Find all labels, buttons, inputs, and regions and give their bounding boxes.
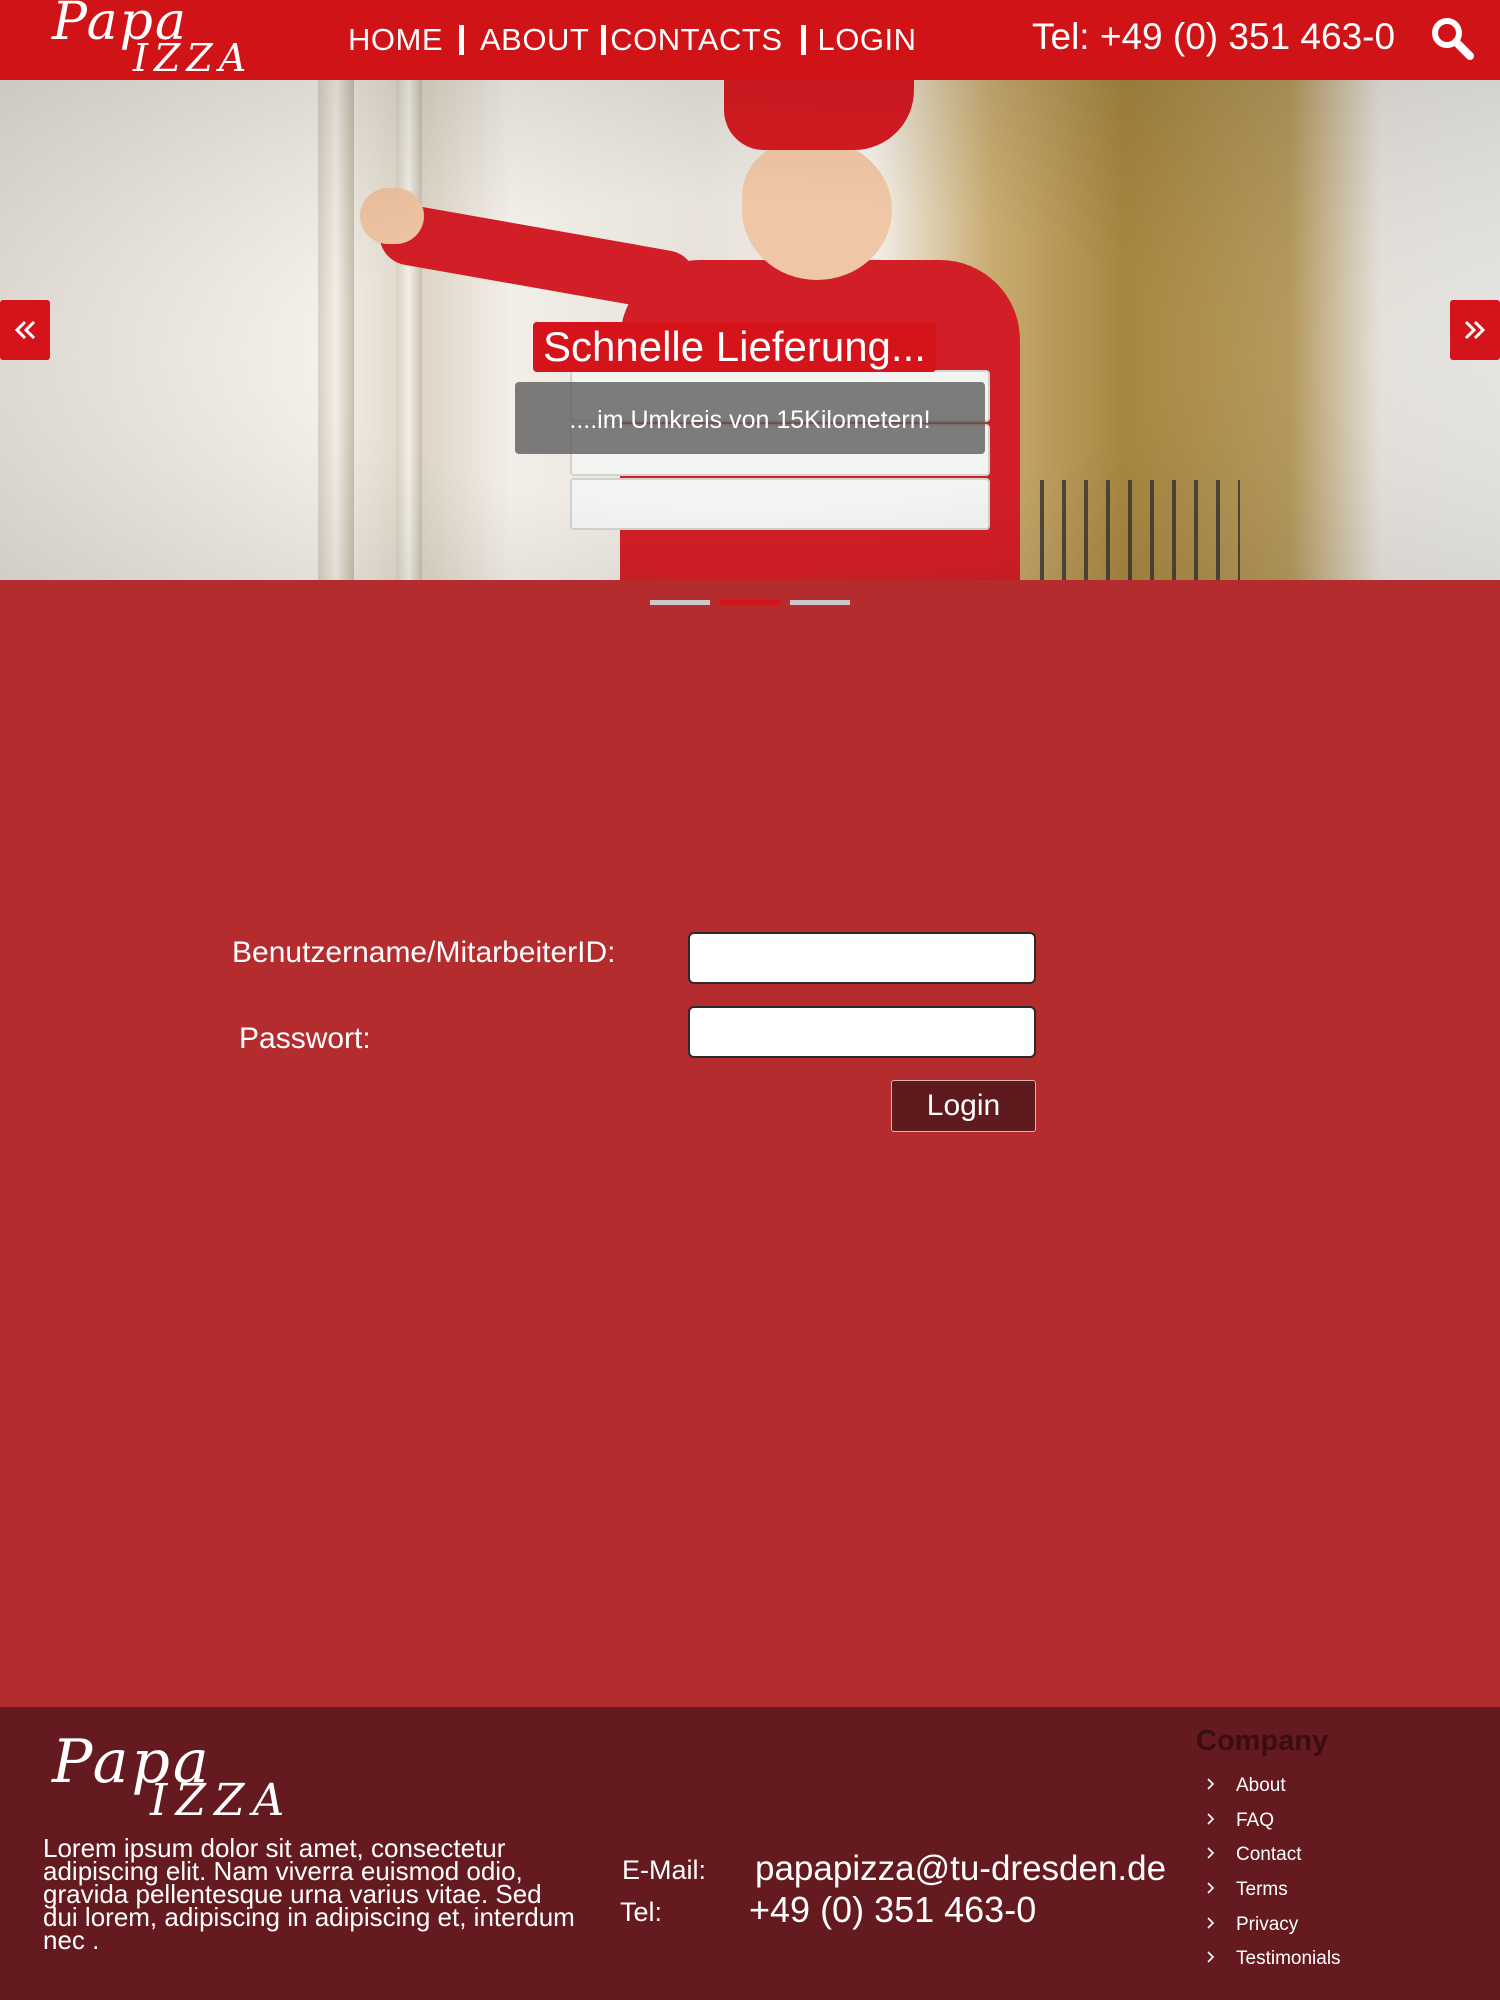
search-icon[interactable] — [1428, 14, 1476, 62]
main-nav: HOME ABOUT CONTACTS LOGIN — [348, 18, 916, 62]
footer-link-terms[interactable]: Terms — [1206, 1873, 1341, 1908]
footer-link-label: Contact — [1236, 1844, 1302, 1866]
username-input[interactable] — [688, 932, 1036, 984]
footer-link-label: FAQ — [1236, 1809, 1275, 1831]
nav-about[interactable]: ABOUT — [480, 22, 589, 58]
footer-link-label: Terms — [1236, 1879, 1288, 1901]
nav-separator — [800, 25, 806, 55]
password-input[interactable] — [688, 1006, 1036, 1058]
chevron-right-icon — [1206, 1914, 1220, 1936]
nav-separator — [601, 25, 607, 55]
nav-login[interactable]: LOGIN — [818, 22, 917, 58]
footer-logo[interactable]: Papa IZZA — [52, 1727, 332, 1831]
header-phone: Tel: +49 (0) 351 463-0 — [1032, 16, 1396, 57]
chevron-right-icon — [1206, 1775, 1220, 1797]
carousel-indicators — [650, 600, 850, 605]
footer-email-link[interactable]: papapizza@tu-dresden.de — [755, 1849, 1166, 1889]
footer-email-label: E-Mail: — [622, 1855, 707, 1885]
footer-link-about[interactable]: About — [1206, 1769, 1341, 1804]
nav-contacts[interactable]: CONTACTS — [610, 22, 782, 58]
footer-company-links: About FAQ Contact Terms Privacy Testimon… — [1206, 1769, 1341, 1977]
carousel-next-button[interactable] — [1450, 300, 1500, 360]
username-label: Benutzername/MitarbeiterID: — [232, 936, 616, 969]
login-button[interactable]: Login — [891, 1080, 1036, 1132]
carousel-prev-button[interactable] — [0, 300, 50, 360]
footer-company-title: Company — [1196, 1725, 1329, 1757]
logo-text-bottom: IZZA — [133, 36, 253, 80]
footer-tel-value: +49 (0) 351 463-0 — [749, 1889, 1037, 1930]
carousel-indicator-3[interactable] — [790, 600, 850, 605]
chevron-right-icon — [1206, 1879, 1220, 1901]
chevron-right-icon — [1206, 1948, 1220, 1970]
footer-link-privacy[interactable]: Privacy — [1206, 1907, 1341, 1942]
chevron-right-icon — [1206, 1810, 1220, 1832]
site-header: Papa IZZA HOME ABOUT CONTACTS LOGIN Tel:… — [0, 0, 1500, 80]
footer-link-label: Privacy — [1236, 1913, 1299, 1935]
nav-home[interactable]: HOME — [348, 22, 443, 58]
footer-link-label: Testimonials — [1236, 1948, 1341, 1970]
site-footer: Papa IZZA Lorem ipsum dolor sit amet, co… — [0, 1707, 1500, 2000]
hero-carousel: Schnelle Lieferung... ....im Umkreis von… — [0, 80, 1500, 580]
password-label: Passwort: — [239, 1022, 371, 1055]
double-chevron-right-icon — [1464, 320, 1486, 340]
carousel-indicator-2[interactable] — [720, 600, 780, 605]
hero-title: Schnelle Lieferung... — [533, 322, 936, 372]
footer-link-label: About — [1236, 1775, 1286, 1797]
footer-description: Lorem ipsum dolor sit amet, consectetur … — [43, 1833, 575, 1955]
footer-tel-label: Tel: — [620, 1897, 663, 1927]
brand-logo[interactable]: Papa IZZA — [52, 0, 282, 80]
footer-link-faq[interactable]: FAQ — [1206, 1804, 1341, 1839]
nav-separator — [459, 25, 464, 55]
hero-subtitle: ....im Umkreis von 15Kilometern! — [515, 382, 985, 454]
footer-link-testimonials[interactable]: Testimonials — [1206, 1942, 1341, 1977]
carousel-indicator-1[interactable] — [650, 600, 710, 605]
double-chevron-left-icon — [14, 320, 36, 340]
chevron-right-icon — [1206, 1844, 1220, 1866]
footer-link-contact[interactable]: Contact — [1206, 1838, 1341, 1873]
footer-logo-text-bottom: IZZA — [150, 1775, 293, 1826]
